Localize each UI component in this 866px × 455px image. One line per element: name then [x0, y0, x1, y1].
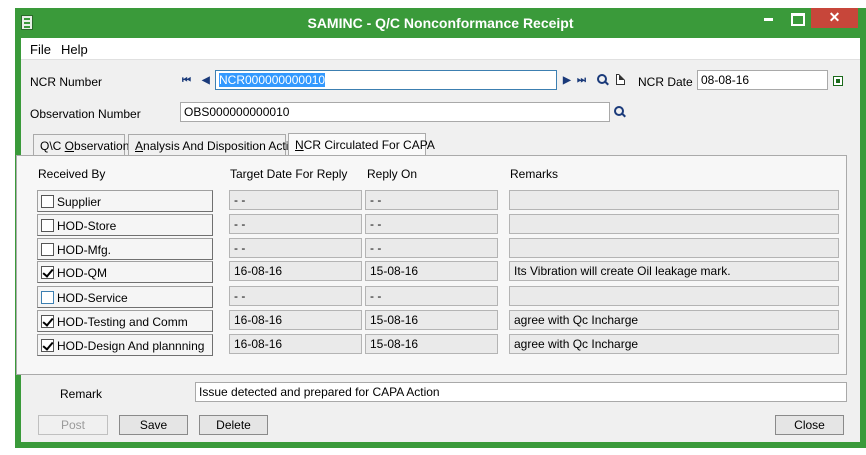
- tab-qc-observation[interactable]: Q\C Observation: [33, 134, 129, 156]
- next-record-icon[interactable]: ▶: [563, 75, 571, 86]
- observation-search-icon[interactable]: [614, 106, 626, 118]
- remark-label: Remark: [60, 387, 103, 401]
- observation-number-input[interactable]: OBS000000000010: [180, 102, 610, 122]
- ncr-date-label: NCR Date: [638, 75, 693, 89]
- new-document-icon[interactable]: [616, 74, 625, 85]
- received-by-hod-design[interactable]: HOD-Design And plannning: [37, 334, 213, 356]
- window-title: SAMINC - Q/C Nonconformance Receipt: [307, 15, 574, 31]
- save-button[interactable]: Save: [119, 415, 188, 435]
- target-date-cell[interactable]: 16-08-16: [229, 261, 362, 281]
- remarks-cell[interactable]: agree with Qc Incharge: [509, 334, 839, 354]
- close-button[interactable]: Close: [775, 415, 844, 435]
- first-record-icon[interactable]: ⏮: [182, 75, 191, 86]
- checkbox[interactable]: [41, 219, 54, 232]
- received-by-hod-qm[interactable]: HOD-QM: [37, 261, 213, 283]
- tab-ncr-circulated[interactable]: NCR Circulated For CAPA: [288, 133, 435, 157]
- post-button[interactable]: Post: [38, 415, 108, 435]
- target-date-cell[interactable]: 16-08-16: [229, 334, 362, 354]
- target-date-cell[interactable]: 16-08-16: [229, 310, 362, 330]
- remarks-cell[interactable]: [509, 286, 839, 306]
- target-date-cell[interactable]: - -: [229, 286, 362, 306]
- checkbox[interactable]: [41, 315, 54, 328]
- reply-on-cell[interactable]: - -: [365, 286, 498, 306]
- col-reply-on: Reply On: [367, 167, 418, 181]
- checkbox[interactable]: [41, 266, 54, 279]
- received-by-hod-mfg[interactable]: HOD-Mfg.: [37, 238, 213, 260]
- reply-on-cell[interactable]: 15-08-16: [365, 261, 498, 281]
- remarks-cell[interactable]: [509, 238, 839, 258]
- reply-on-cell[interactable]: 15-08-16: [365, 334, 498, 354]
- col-remarks: Remarks: [510, 167, 559, 181]
- observation-number-label: Observation Number: [30, 107, 141, 121]
- target-date-cell[interactable]: - -: [229, 190, 362, 210]
- mnemonic-letter: N: [295, 138, 304, 152]
- checkbox[interactable]: [41, 291, 54, 304]
- reply-on-cell[interactable]: - -: [365, 238, 498, 258]
- remark-input[interactable]: Issue detected and prepared for CAPA Act…: [195, 382, 847, 402]
- close-window-button[interactable]: ✕: [811, 8, 858, 28]
- menu-bar: File Help: [21, 38, 860, 60]
- reply-on-cell[interactable]: 15-08-16: [365, 310, 498, 330]
- delete-button[interactable]: Delete: [199, 415, 268, 435]
- received-by-hod-testing[interactable]: HOD-Testing and Comm: [37, 310, 213, 332]
- remarks-cell[interactable]: [509, 214, 839, 234]
- checkbox[interactable]: [41, 339, 54, 352]
- received-by-supplier[interactable]: Supplier: [37, 190, 213, 212]
- minimize-button[interactable]: [755, 8, 782, 28]
- mnemonic-letter: A: [135, 139, 144, 153]
- menu-help[interactable]: Help: [61, 42, 88, 57]
- remarks-cell[interactable]: Its Vibration will create Oil leakage ma…: [509, 261, 839, 281]
- ncr-number-input[interactable]: NCR000000000010: [215, 70, 557, 90]
- target-date-cell[interactable]: - -: [229, 214, 362, 234]
- last-record-icon[interactable]: ⏭: [577, 75, 586, 86]
- reply-on-cell[interactable]: - -: [365, 190, 498, 210]
- checkbox[interactable]: [41, 195, 54, 208]
- prev-record-icon[interactable]: ◀: [202, 75, 210, 86]
- maximize-button[interactable]: [783, 8, 810, 28]
- target-date-cell[interactable]: - -: [229, 238, 362, 258]
- mnemonic-letter: O: [64, 139, 75, 153]
- remarks-cell[interactable]: [509, 190, 839, 210]
- ncr-search-icon[interactable]: [597, 74, 609, 86]
- received-by-hod-service[interactable]: HOD-Service: [37, 286, 213, 308]
- ncr-date-input[interactable]: 08-08-16: [697, 70, 828, 90]
- received-by-hod-store[interactable]: HOD-Store: [37, 214, 213, 236]
- title-bar[interactable]: SAMINC - Q/C Nonconformance Receipt ✕: [15, 8, 866, 38]
- col-received-by: Received By: [38, 167, 106, 181]
- checkbox[interactable]: [41, 243, 54, 256]
- tab-analysis-disposition[interactable]: Analysis And Disposition Action: [128, 134, 302, 156]
- calendar-icon[interactable]: [833, 76, 843, 86]
- reply-on-cell[interactable]: - -: [365, 214, 498, 234]
- menu-file[interactable]: File: [30, 42, 51, 57]
- col-target-date: Target Date For Reply: [230, 167, 348, 181]
- remarks-cell[interactable]: agree with Qc Incharge: [509, 310, 839, 330]
- ncr-number-label: NCR Number: [30, 75, 103, 89]
